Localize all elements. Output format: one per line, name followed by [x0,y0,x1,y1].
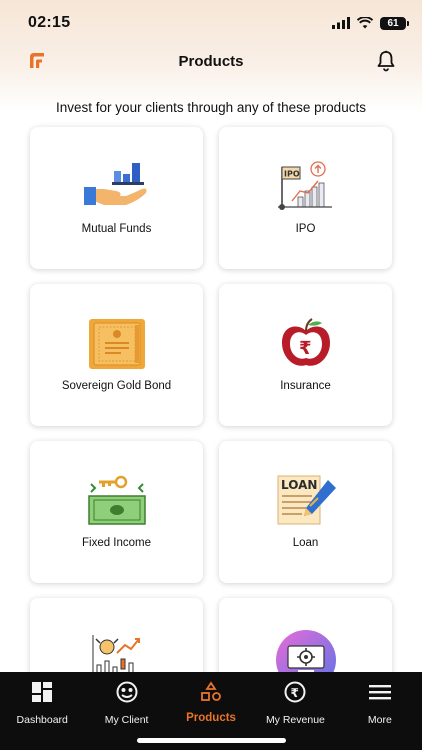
product-card-insurance[interactable]: ₹ Insurance [219,284,392,426]
product-label: Insurance [280,380,331,392]
product-label: Fixed Income [81,537,152,549]
money-key-icon [82,471,152,531]
product-label: Mutual Funds [81,223,152,235]
tab-label: Products [186,712,236,724]
product-label: Sovereign Gold Bond [61,380,172,392]
product-card-loan[interactable]: LOAN Loan [219,441,392,583]
svg-text:IPO: IPO [284,170,300,179]
status-icons: 61 [332,16,409,30]
page-title: Products [178,52,244,70]
products-subtitle: Invest for your clients through any of t… [56,100,366,115]
product-card-ipo[interactable]: IPO IPO [219,127,392,269]
product-card-sovereign-gold-bond[interactable]: Sovereign Gold Bond [30,284,203,426]
gold-bond-certificate-icon [82,314,152,374]
status-time: 02:15 [28,14,71,31]
hand-bar-chart-icon [82,157,152,217]
signal-icon [332,17,350,29]
product-label: Loan [292,537,319,549]
home-indicator [137,738,286,743]
tab-dashboard[interactable]: Dashboard [0,680,84,750]
rupee-circle-icon: ₹ [284,680,306,704]
svg-text:LOAN: LOAN [281,478,317,492]
tab-label: My Revenue [265,714,325,726]
product-card-fixed-income[interactable]: Fixed Income [30,441,203,583]
products-shapes-icon [200,680,222,704]
client-face-icon [116,680,138,704]
product-card-mutual-funds[interactable]: Mutual Funds [30,127,203,269]
tab-label: Dashboard [16,714,68,726]
ipo-flag-chart-icon: IPO [271,157,341,217]
tab-label: My Client [104,714,149,726]
hamburger-menu-icon [368,680,392,704]
apple-rupee-icon: ₹ [271,314,341,374]
svg-text:₹: ₹ [299,338,312,359]
dashboard-grid-icon [31,680,53,704]
status-bar: 02:15 61 [0,0,422,46]
products-grid: Mutual Funds IPO IPO Sovereign Gold Bond… [30,127,392,740]
loan-document-pen-icon: LOAN [271,471,341,531]
product-label: IPO [295,223,316,235]
notification-bell-icon[interactable] [376,50,396,72]
tab-label: More [367,714,392,726]
tab-more[interactable]: More [338,680,422,750]
svg-text:₹: ₹ [291,686,299,700]
battery-icon: 61 [380,16,409,30]
app-header: Products [0,46,422,76]
wifi-icon [357,17,373,29]
app-logo-icon [30,53,44,68]
